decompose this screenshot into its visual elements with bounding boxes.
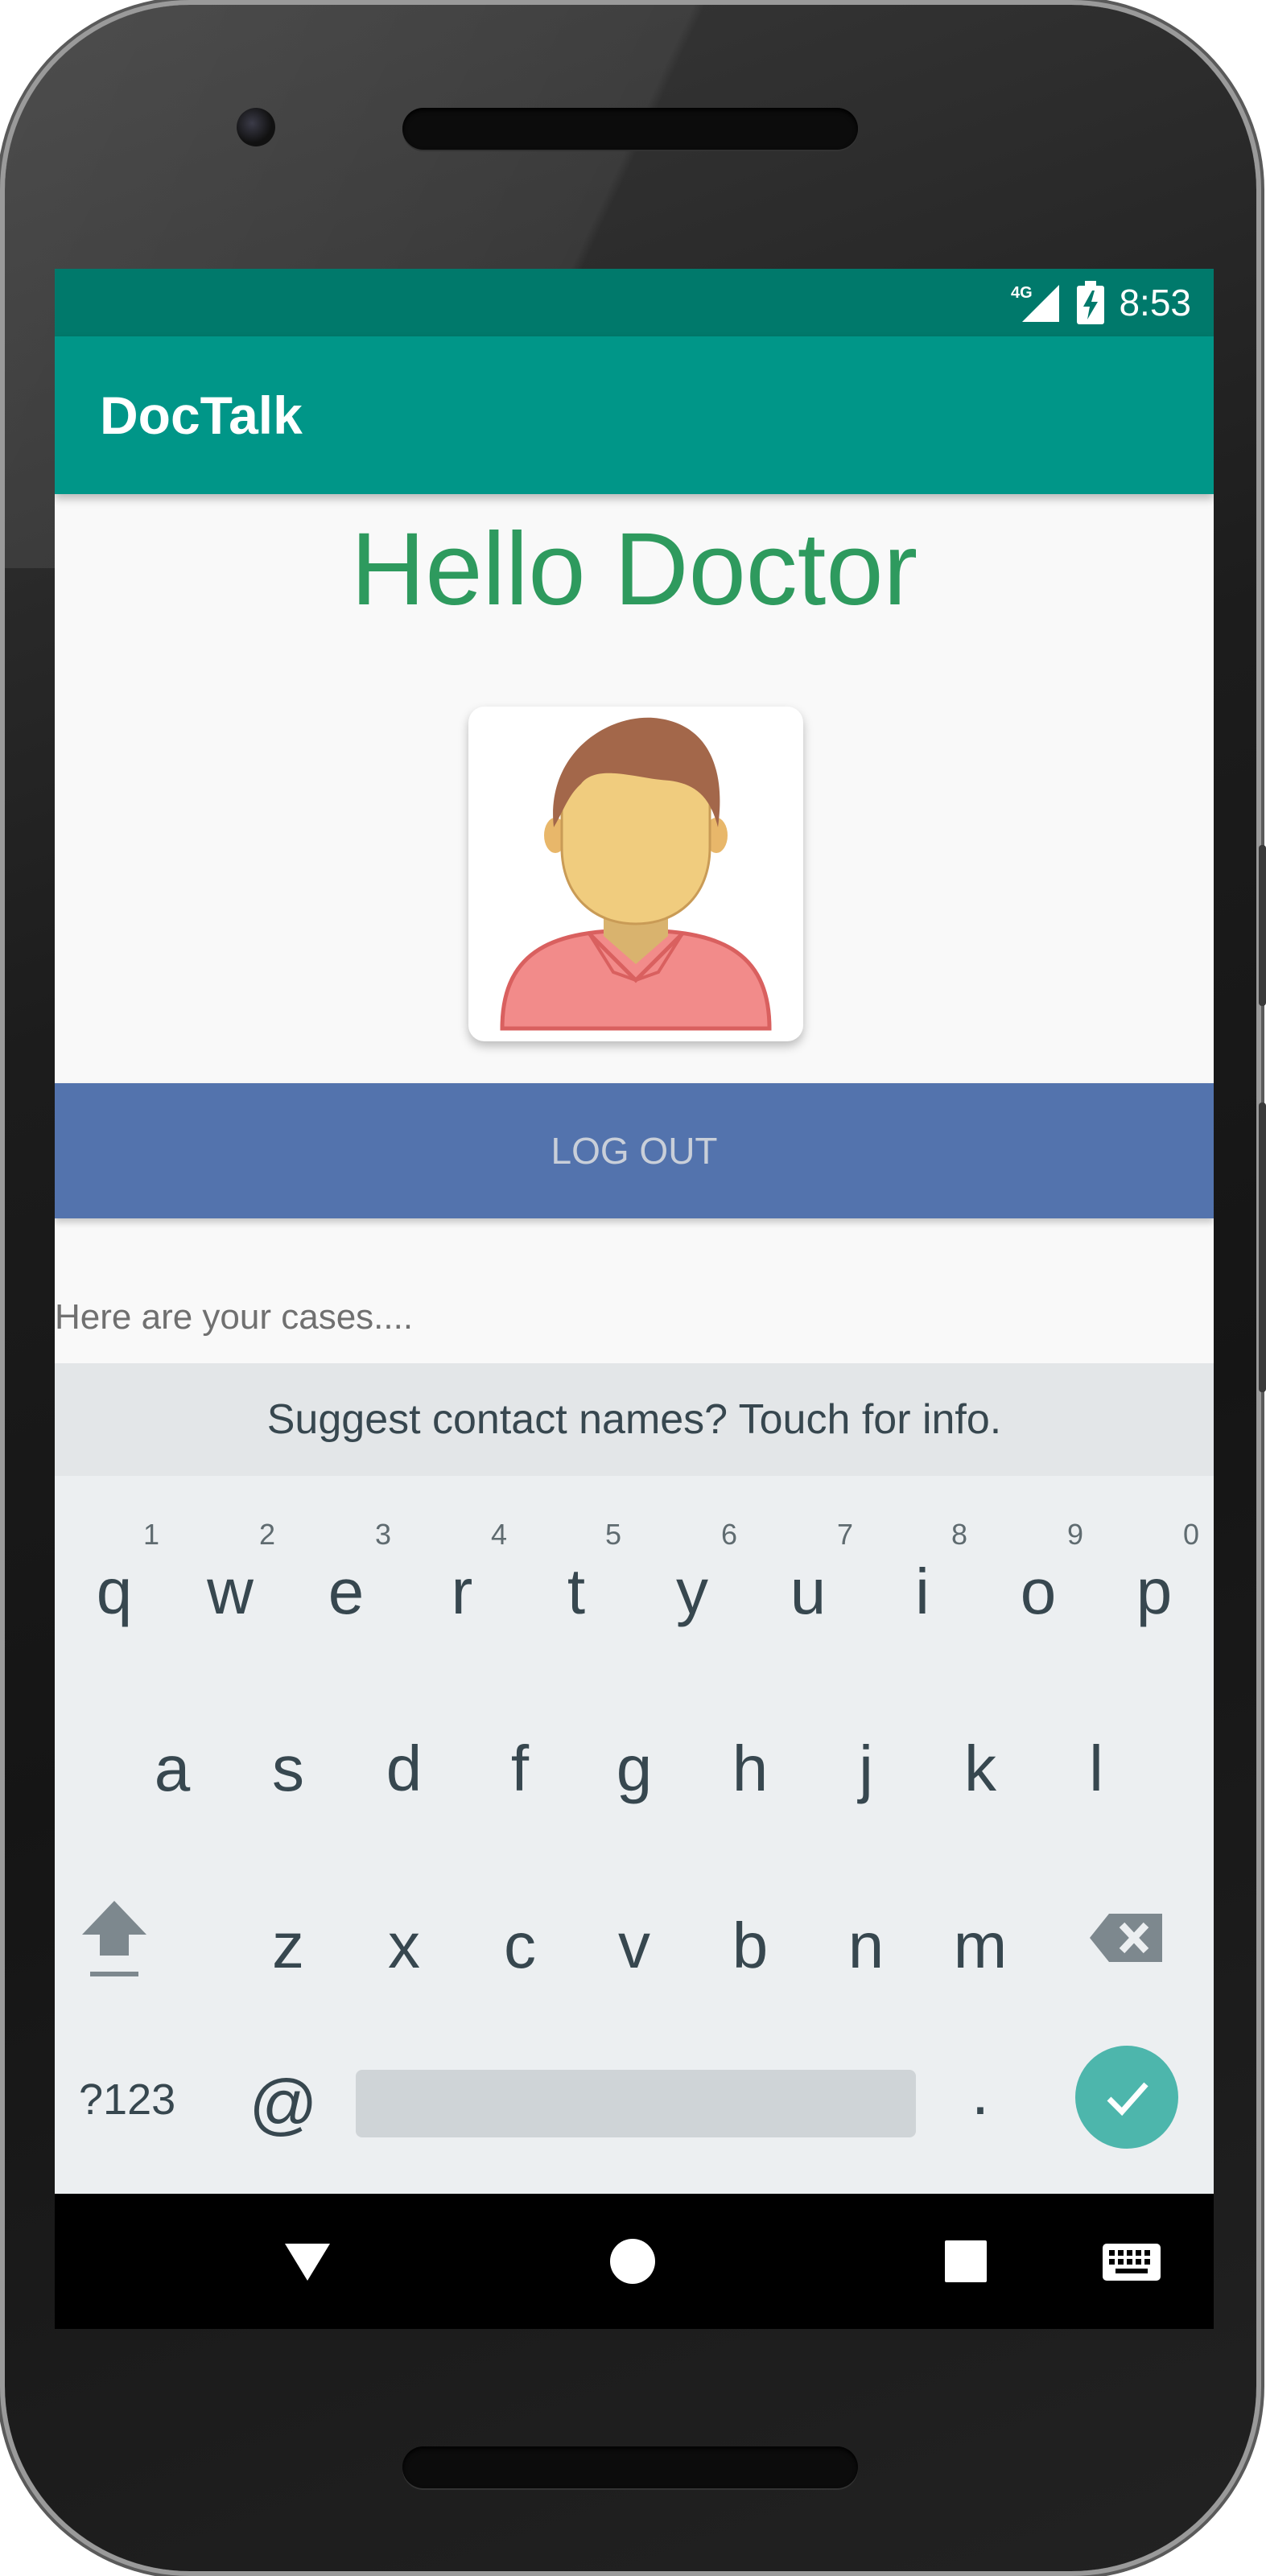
key-z[interactable]: z [232,1909,344,1983]
shift-icon [82,1901,146,1976]
key-hint: 3 [374,1518,391,1551]
key-k[interactable]: k [924,1732,1037,1806]
screen: 4G 8:53 DocTalk Hello Doctor LOG OUT Her… [55,269,1214,2329]
key-q[interactable]: 1q [58,1518,171,1629]
key-o[interactable]: 9o [982,1518,1095,1629]
key-r[interactable]: 4r [406,1518,518,1629]
key-hint: 2 [258,1518,275,1551]
key-s[interactable]: s [232,1732,344,1806]
key-hint: 1 [142,1518,159,1551]
network-signal-icon: 4G [1011,284,1060,322]
keyboard-switch-icon[interactable] [1101,2242,1162,2282]
key-hint: 7 [836,1518,853,1551]
key-y[interactable]: 6y [636,1518,748,1629]
key-x[interactable]: x [348,1909,460,1983]
key-m[interactable]: m [924,1909,1037,1983]
keyboard-suggestion-strip[interactable]: Suggest contact names? Touch for info. [55,1363,1214,1476]
key-label: o [1020,1556,1057,1627]
key-c[interactable]: c [464,1909,576,1983]
status-bar: 4G 8:53 [55,269,1214,336]
key-label: y [676,1556,708,1627]
key-p[interactable]: 0p [1098,1518,1210,1629]
key-label: r [451,1556,473,1627]
key-label: u [790,1556,827,1627]
key-hint: 8 [951,1518,967,1551]
navigation-bar [55,2194,1214,2329]
key-u[interactable]: 7u [752,1518,864,1629]
key-hint: 9 [1066,1518,1083,1551]
done-button[interactable] [1075,2046,1178,2149]
key-i[interactable]: 8i [866,1518,979,1629]
key-label: q [96,1556,133,1627]
key-hint: 6 [720,1518,737,1551]
key-t[interactable]: 5t [520,1518,633,1629]
cases-label: Here are your cases.... [55,1297,414,1337]
bottom-speaker [402,2446,858,2488]
key-label: t [567,1556,586,1627]
home-icon[interactable] [605,2234,660,2289]
key-n[interactable]: n [810,1909,922,1983]
volume-button[interactable] [1259,1103,1266,1392]
at-key[interactable]: @ [227,2065,340,2143]
soft-keyboard: Suggest contact names? Touch for info. 1… [55,1363,1214,2194]
key-j[interactable]: j [810,1732,922,1806]
shift-key[interactable] [58,1888,171,1985]
key-g[interactable]: g [578,1732,691,1806]
key-v[interactable]: v [578,1909,691,1983]
key-hint: 5 [604,1518,621,1551]
power-button[interactable] [1259,845,1266,1006]
key-f[interactable]: f [464,1732,576,1806]
doctor-avatar-icon [500,717,772,1031]
key-e[interactable]: 3e [290,1518,402,1629]
phone-frame: 4G 8:53 DocTalk Hello Doctor LOG OUT Her… [5,5,1256,2571]
key-label: e [328,1556,365,1627]
key-label: p [1136,1556,1173,1627]
greeting-heading: Hello Doctor [350,512,918,627]
key-label: i [915,1556,930,1627]
key-d[interactable]: d [348,1732,460,1806]
backspace-icon [1090,1914,1162,1962]
doctor-avatar[interactable] [468,707,803,1041]
front-camera [237,108,275,146]
checkmark-icon [1107,2082,1148,2116]
key-hint: 0 [1182,1518,1199,1551]
back-icon[interactable] [278,2231,336,2289]
period-key[interactable]: . [924,2055,1037,2129]
spacebar[interactable] [356,2070,916,2137]
key-label: w [207,1556,254,1627]
key-l[interactable]: l [1040,1732,1153,1806]
logout-button[interactable]: LOG OUT [55,1083,1214,1218]
key-h[interactable]: h [694,1732,806,1806]
app-title: DocTalk [100,385,303,445]
backspace-key[interactable] [1070,1898,1183,1978]
app-bar: DocTalk [55,336,1214,494]
battery-charging-icon [1077,281,1105,324]
recents-icon[interactable] [943,2239,988,2284]
key-a[interactable]: a [116,1732,229,1806]
earpiece-speaker [402,108,858,150]
symbols-key[interactable]: ?123 [79,2075,216,2125]
status-time: 8:53 [1119,282,1191,324]
key-b[interactable]: b [694,1909,806,1983]
key-w[interactable]: 2w [174,1518,287,1629]
network-type-label: 4G [1011,284,1033,302]
key-hint: 4 [490,1518,507,1551]
